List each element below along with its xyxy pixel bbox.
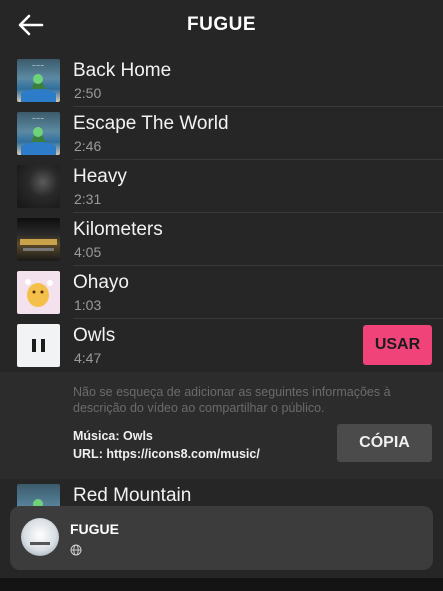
track-title: Back Home [73, 60, 172, 81]
track-row-heavy[interactable]: Heavy 2:31 [0, 160, 443, 213]
album-cover [17, 218, 60, 261]
track-row-escape-the-world[interactable]: ~~~ Escape The World 2:46 [0, 107, 443, 160]
url-credit: URL: https://icons8.com/music/ [73, 447, 260, 461]
globe-icon [70, 544, 82, 556]
track-title: Kilometers [73, 219, 163, 240]
track-duration: 2:46 [74, 138, 102, 154]
track-title: Escape The World [73, 113, 229, 134]
mini-player[interactable]: FUGUE [10, 506, 433, 570]
track-title: Heavy [73, 166, 127, 187]
track-duration: 2:50 [74, 85, 102, 101]
playlist-cover [21, 518, 59, 556]
attribution-notice: Não se esqueça de adicionar as seguintes… [73, 385, 391, 415]
track-row-kilometers[interactable]: Kilometers 4:05 [0, 213, 443, 266]
track-title: Owls [73, 325, 116, 346]
track-duration: 2:31 [74, 191, 102, 207]
music-credit: Música: Owls [73, 429, 153, 443]
album-cover: ~~~ [17, 59, 60, 102]
player-title: FUGUE [70, 521, 119, 537]
use-track-button[interactable]: USAR [363, 325, 432, 365]
svg-text:~~~: ~~~ [32, 116, 45, 122]
bottom-strip [0, 578, 443, 591]
album-cover: ~~~ [17, 112, 60, 155]
pause-button[interactable] [17, 324, 60, 367]
track-title: Ohayo [73, 272, 129, 293]
attribution-panel: Não se esqueça de adicionar as seguintes… [0, 372, 443, 479]
track-row-back-home[interactable]: ~~~ Back Home 2:50 [0, 54, 443, 107]
track-title: Red Mountain [73, 485, 192, 506]
track-duration: 1:03 [74, 297, 102, 313]
copy-button[interactable]: CÓPIA [337, 424, 432, 462]
track-row-ohayo[interactable]: Ohayo 1:03 [0, 266, 443, 319]
svg-text:~~~: ~~~ [32, 63, 45, 69]
pause-icon [32, 339, 45, 352]
album-cover [17, 271, 60, 314]
album-cover [17, 165, 60, 208]
page-title: FUGUE [187, 14, 256, 35]
track-duration: 4:47 [74, 350, 102, 366]
track-duration: 4:05 [74, 244, 102, 260]
top-bar: FUGUE [0, 0, 443, 54]
